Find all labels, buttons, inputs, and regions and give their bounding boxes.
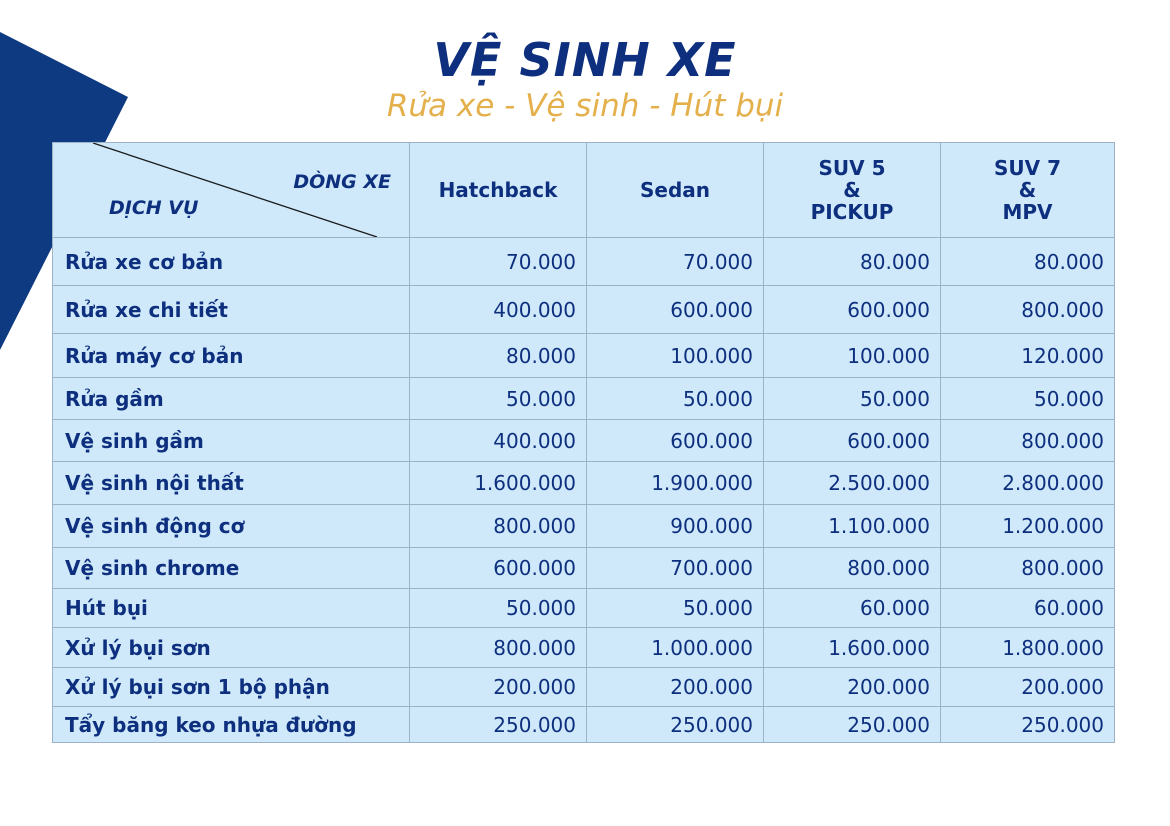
price-cell: 1.600.000 <box>409 461 587 505</box>
service-name-cell: Hút bụi <box>52 588 410 628</box>
price-cell: 80.000 <box>409 333 587 378</box>
service-name-cell: Vệ sinh động cơ <box>52 504 410 548</box>
price-cell: 800.000 <box>409 504 587 548</box>
price-cell: 120.000 <box>940 333 1115 378</box>
price-cell: 100.000 <box>586 333 764 378</box>
service-name-cell: Tẩy băng keo nhựa đường <box>52 706 410 743</box>
column-header-line: & <box>1018 178 1037 202</box>
table-row: Vệ sinh nội thất 1.600.000 1.900.000 2.500.… <box>52 461 1115 505</box>
service-name-cell: Xử lý bụi sơn <box>52 627 410 668</box>
column-header-line: & <box>843 178 861 202</box>
service-name-cell: Xử lý bụi sơn 1 bộ phận <box>52 667 410 707</box>
price-cell: 2.800.000 <box>940 461 1115 505</box>
price-cell: 1.800.000 <box>940 627 1115 668</box>
price-cell: 1.200.000 <box>940 504 1115 548</box>
price-cell: 100.000 <box>763 333 941 378</box>
price-cell: 400.000 <box>409 419 587 462</box>
price-cell: 700.000 <box>586 547 764 589</box>
column-header-line: SUV 7 <box>993 156 1061 180</box>
table-row: Rửa máy cơ bản 80.000 100.000 100.000 120.00… <box>52 333 1115 378</box>
price-cell: 250.000 <box>409 706 587 743</box>
price-cell: 50.000 <box>940 377 1115 420</box>
price-cell: 250.000 <box>940 706 1115 743</box>
price-cell: 60.000 <box>763 588 941 628</box>
table-row: Rửa xe chi tiết 400.000 600.000 600.000 800.… <box>52 285 1115 334</box>
column-header-line: SUV 5 <box>818 156 886 180</box>
price-cell: 800.000 <box>409 627 587 668</box>
table-row: Rửa xe cơ bản 70.000 70.000 80.000 80.000 <box>52 237 1115 286</box>
price-cell: 50.000 <box>586 588 764 628</box>
price-cell: 1.000.000 <box>586 627 764 668</box>
price-cell: 600.000 <box>763 285 941 334</box>
price-cell: 600.000 <box>409 547 587 589</box>
column-header: SUV 7 & MPV <box>940 142 1115 238</box>
column-header: SUV 5 & PICKUP <box>763 142 941 238</box>
price-cell: 50.000 <box>763 377 941 420</box>
price-cell: 1.900.000 <box>586 461 764 505</box>
price-cell: 600.000 <box>586 285 764 334</box>
price-cell: 200.000 <box>940 667 1115 707</box>
column-header-line: Hatchback <box>438 178 558 202</box>
vehicle-type-label: DÒNG XE <box>293 171 391 193</box>
service-name-cell: Rửa máy cơ bản <box>52 333 410 378</box>
price-cell: 1.100.000 <box>763 504 941 548</box>
table-row: Hút bụi 50.000 50.000 60.000 60.000 <box>52 588 1115 628</box>
column-header-line: Sedan <box>639 178 711 202</box>
page-subtitle: Rửa xe - Vệ sinh - Hút bụi <box>386 88 784 124</box>
table-header-row: DÒNG XE DỊCH VỤ Hatchback Sedan SUV 5 & PICK… <box>52 142 1115 238</box>
price-cell: 1.600.000 <box>763 627 941 668</box>
price-cell: 70.000 <box>409 237 587 286</box>
service-name-cell: Vệ sinh gầm <box>52 419 410 462</box>
price-table: DÒNG XE DỊCH VỤ Hatchback Sedan SUV 5 & PICK… <box>52 142 1115 743</box>
price-cell: 250.000 <box>763 706 941 743</box>
service-name-cell: Rửa gầm <box>52 377 410 420</box>
table-row: Vệ sinh động cơ 800.000 900.000 1.100.000 1.… <box>52 504 1115 548</box>
table-row: Xử lý bụi sơn 800.000 1.000.000 1.600.000 1.… <box>52 627 1115 668</box>
price-cell: 80.000 <box>763 237 941 286</box>
price-cell: 600.000 <box>586 419 764 462</box>
price-cell: 50.000 <box>409 377 587 420</box>
service-name-cell: Vệ sinh chrome <box>52 547 410 589</box>
price-cell: 200.000 <box>586 667 764 707</box>
page-title: VỆ SINH XE <box>433 33 737 87</box>
price-cell: 200.000 <box>409 667 587 707</box>
price-cell: 60.000 <box>940 588 1115 628</box>
price-cell: 80.000 <box>940 237 1115 286</box>
price-cell: 400.000 <box>409 285 587 334</box>
column-header: Sedan <box>586 142 764 238</box>
price-cell: 900.000 <box>586 504 764 548</box>
service-name-cell: Rửa xe chi tiết <box>52 285 410 334</box>
table-row: Xử lý bụi sơn 1 bộ phận 200.000 200.000 200… <box>52 667 1115 707</box>
price-cell: 800.000 <box>940 547 1115 589</box>
table-row: Rửa gầm 50.000 50.000 50.000 50.000 <box>52 377 1115 420</box>
price-cell: 600.000 <box>763 419 941 462</box>
service-name-cell: Vệ sinh nội thất <box>52 461 410 505</box>
corner-header-cell: DÒNG XE DỊCH VỤ <box>52 142 410 238</box>
price-cell: 50.000 <box>409 588 587 628</box>
price-cell: 70.000 <box>586 237 764 286</box>
price-cell: 2.500.000 <box>763 461 941 505</box>
column-header: Hatchback <box>409 142 587 238</box>
price-cell: 800.000 <box>763 547 941 589</box>
table-row: Vệ sinh gầm 400.000 600.000 600.000 800.000 <box>52 419 1115 462</box>
price-cell: 800.000 <box>940 285 1115 334</box>
price-cell: 200.000 <box>763 667 941 707</box>
table-row: Vệ sinh chrome 600.000 700.000 800.000 800.0… <box>52 547 1115 589</box>
service-name-cell: Rửa xe cơ bản <box>52 237 410 286</box>
price-cell: 250.000 <box>586 706 764 743</box>
table-row: Tẩy băng keo nhựa đường 250.000 250.000 250… <box>52 706 1115 743</box>
column-header-line: MPV <box>1002 200 1053 224</box>
price-cell: 50.000 <box>586 377 764 420</box>
service-label: DỊCH VỤ <box>109 197 199 219</box>
column-header-line: PICKUP <box>810 200 894 224</box>
price-cell: 800.000 <box>940 419 1115 462</box>
